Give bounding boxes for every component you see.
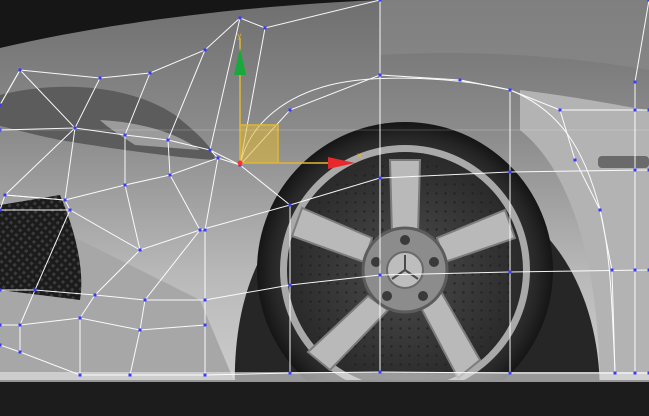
mesh-vertex[interactable] bbox=[18, 350, 22, 354]
x-axis-label: x bbox=[357, 151, 362, 160]
mesh-vertex[interactable] bbox=[3, 193, 7, 197]
mesh-vertex[interactable] bbox=[238, 16, 242, 20]
mesh-vertex[interactable] bbox=[73, 126, 77, 130]
mesh-vertex[interactable] bbox=[633, 80, 637, 84]
mesh-vertex[interactable] bbox=[93, 293, 97, 297]
mesh-vertex[interactable] bbox=[378, 0, 382, 2]
mesh-vertex[interactable] bbox=[633, 108, 637, 112]
viewport-canvas[interactable]: y x bbox=[0, 0, 649, 416]
mesh-vertex[interactable] bbox=[18, 68, 22, 72]
mesh-vertex[interactable] bbox=[378, 176, 382, 180]
mesh-vertex[interactable] bbox=[598, 208, 602, 212]
mesh-vertex[interactable] bbox=[0, 103, 2, 107]
mesh-vertex[interactable] bbox=[508, 88, 512, 92]
mesh-vertex[interactable] bbox=[208, 148, 212, 152]
mesh-vertex[interactable] bbox=[68, 208, 72, 212]
mesh-vertex[interactable] bbox=[0, 323, 2, 327]
mesh-vertex[interactable] bbox=[203, 228, 207, 232]
floor-shadow bbox=[0, 380, 649, 416]
mesh-vertex[interactable] bbox=[203, 298, 207, 302]
mesh-vertex[interactable] bbox=[508, 270, 512, 274]
mesh-vertex[interactable] bbox=[143, 298, 147, 302]
mesh-vertex[interactable] bbox=[198, 228, 202, 232]
mesh-vertex[interactable] bbox=[216, 156, 220, 160]
mesh-vertex[interactable] bbox=[613, 371, 617, 375]
mesh-vertex[interactable] bbox=[378, 73, 382, 77]
mesh-vertex[interactable] bbox=[123, 133, 127, 137]
mesh-vertex[interactable] bbox=[0, 288, 2, 292]
mesh-vertex[interactable] bbox=[573, 158, 577, 162]
mesh-vertex[interactable] bbox=[203, 48, 207, 52]
mesh-vertex[interactable] bbox=[633, 371, 637, 375]
mesh-vertex[interactable] bbox=[63, 198, 67, 202]
mesh-vertex[interactable] bbox=[458, 78, 462, 82]
mesh-vertex[interactable] bbox=[166, 138, 170, 142]
y-axis-label: y bbox=[237, 31, 242, 40]
background-image bbox=[0, 0, 649, 416]
mesh-vertex[interactable] bbox=[610, 268, 614, 272]
mesh-vertex[interactable] bbox=[508, 170, 512, 174]
mesh-vertex[interactable] bbox=[78, 373, 82, 377]
mesh-vertex[interactable] bbox=[203, 323, 207, 327]
mesh-vertex[interactable] bbox=[148, 71, 152, 75]
side-marker bbox=[598, 156, 649, 168]
3d-viewport[interactable]: y x bbox=[0, 0, 649, 416]
mesh-vertex[interactable] bbox=[168, 173, 172, 177]
xy-plane-handle[interactable] bbox=[240, 125, 278, 163]
mesh-vertex[interactable] bbox=[558, 108, 562, 112]
mesh-vertex[interactable] bbox=[0, 208, 2, 212]
mesh-vertex[interactable] bbox=[288, 203, 292, 207]
mesh-vertex[interactable] bbox=[288, 283, 292, 287]
mesh-vertex[interactable] bbox=[633, 168, 637, 172]
mesh-vertex[interactable] bbox=[508, 371, 512, 375]
mesh-vertex[interactable] bbox=[138, 248, 142, 252]
mesh-vertex[interactable] bbox=[378, 273, 382, 277]
mesh-vertex[interactable] bbox=[0, 343, 2, 347]
mesh-vertex[interactable] bbox=[78, 316, 82, 320]
mesh-vertex[interactable] bbox=[203, 373, 207, 377]
mesh-vertex[interactable] bbox=[128, 373, 132, 377]
mesh-vertex[interactable] bbox=[98, 76, 102, 80]
mesh-vertex[interactable] bbox=[378, 370, 382, 374]
mesh-vertex[interactable] bbox=[33, 288, 37, 292]
mesh-vertex[interactable] bbox=[123, 183, 127, 187]
mesh-vertex[interactable] bbox=[288, 371, 292, 375]
mesh-vertex[interactable] bbox=[138, 328, 142, 332]
mesh-vertex[interactable] bbox=[263, 26, 267, 30]
mesh-vertex[interactable] bbox=[633, 268, 637, 272]
mesh-vertex[interactable] bbox=[18, 323, 22, 327]
mesh-vertex[interactable] bbox=[288, 108, 292, 112]
selected-vertex[interactable] bbox=[237, 160, 243, 166]
